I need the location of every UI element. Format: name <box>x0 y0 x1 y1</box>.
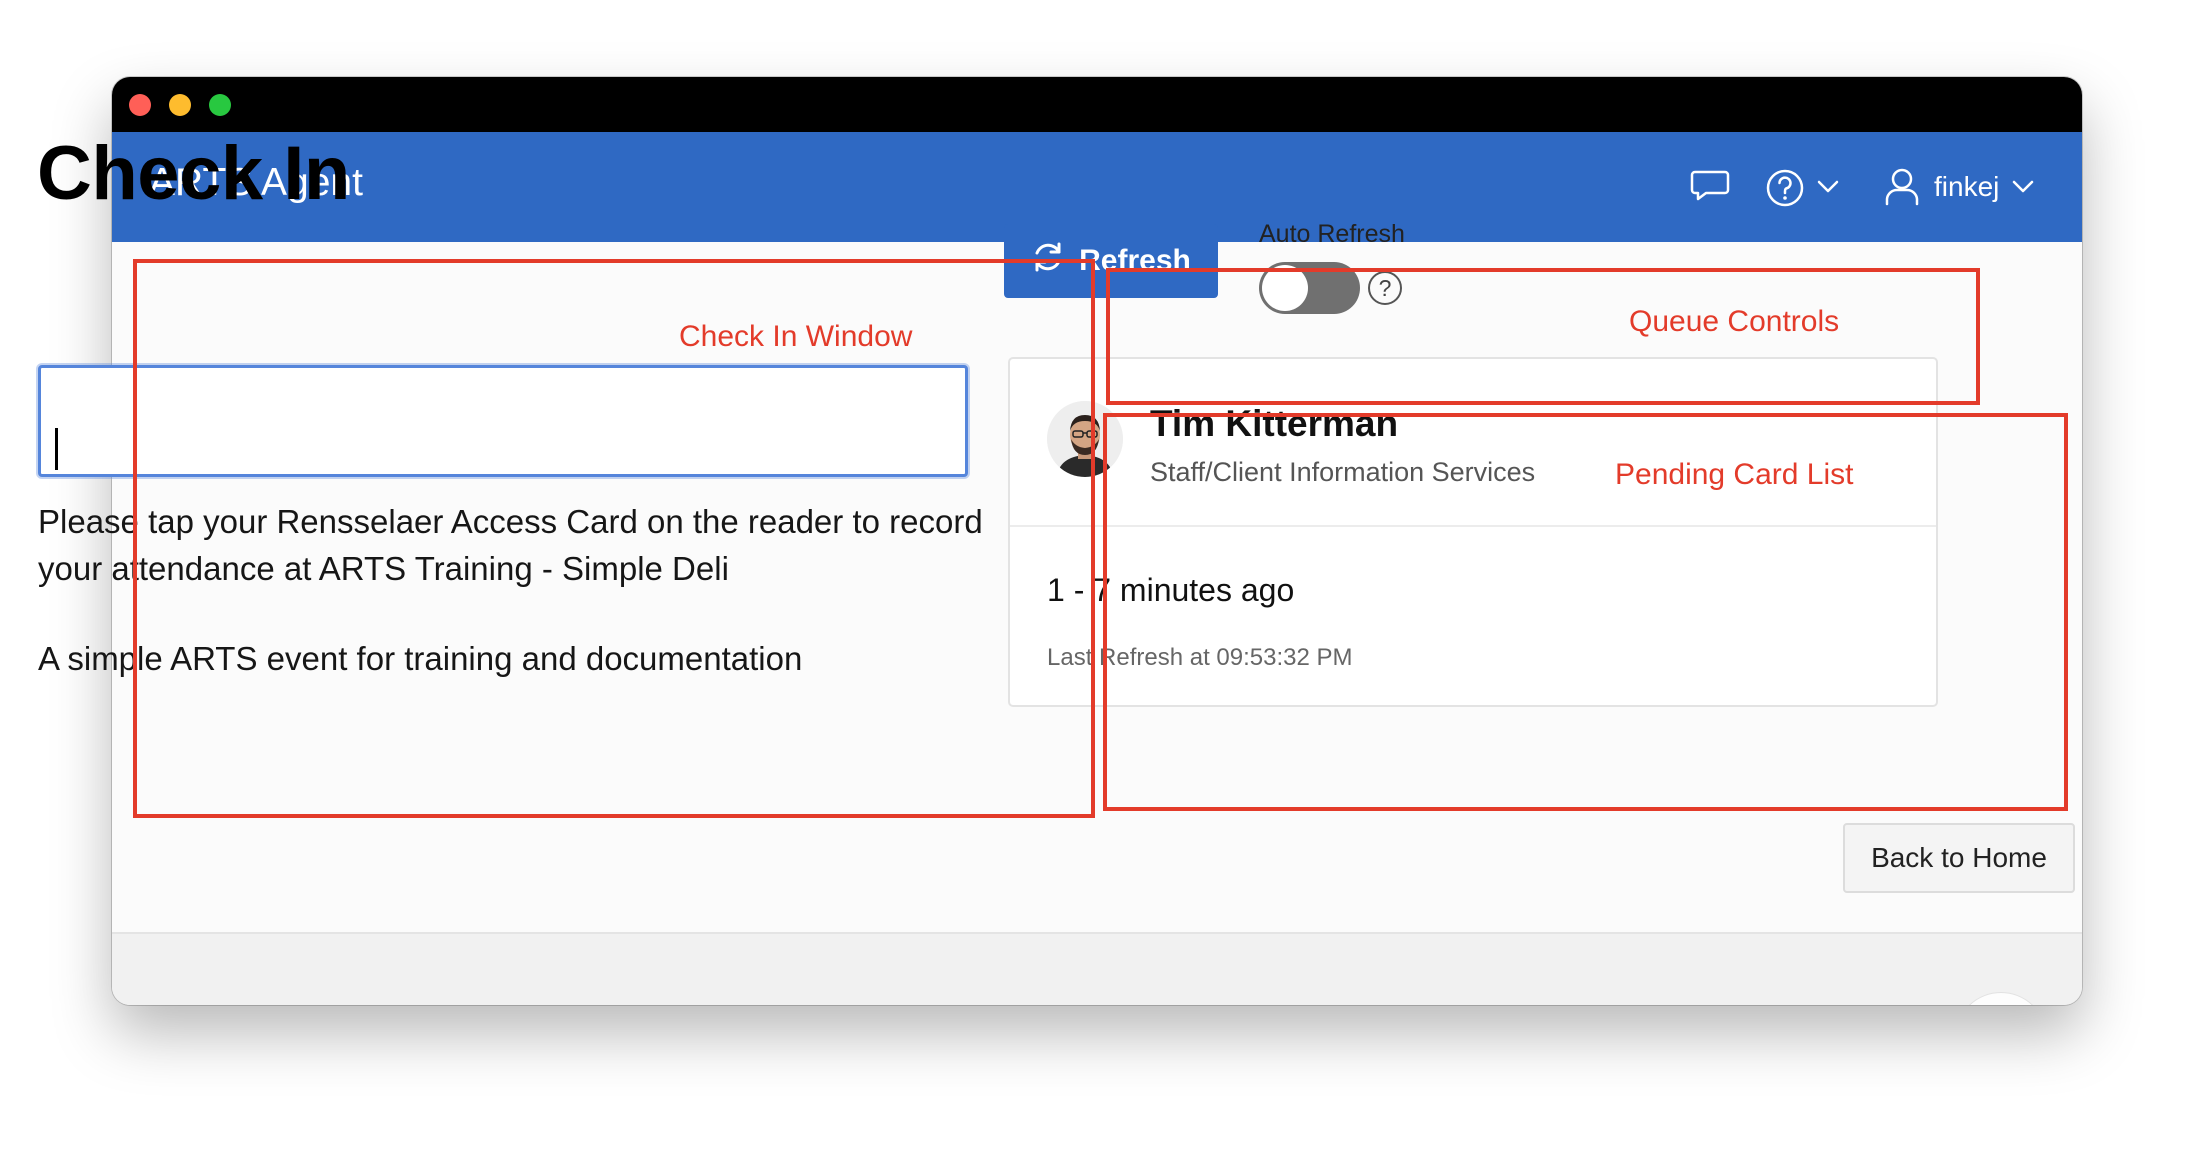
pending-card-list-annotation-label: Pending Card List <box>1615 458 1854 491</box>
window-titlebar <box>112 77 2082 132</box>
check-in-window-annotation-box <box>133 259 1095 818</box>
queue-controls-annotation-box <box>1106 268 1980 405</box>
back-to-home-button[interactable]: Back to Home <box>1843 823 2075 893</box>
zoom-window-button[interactable] <box>209 94 231 116</box>
page-footer <box>112 932 2082 1005</box>
auto-refresh-label: Auto Refresh <box>1259 220 1405 248</box>
pending-card-list-annotation-box <box>1103 413 2068 811</box>
user-icon[interactable] <box>1884 166 1920 211</box>
help-menu-icon[interactable] <box>1765 168 1805 213</box>
text-caret <box>55 428 58 470</box>
check-in-window-annotation-label: Check In Window <box>679 320 913 353</box>
queue-controls-annotation-label: Queue Controls <box>1629 305 1840 338</box>
page-title: Check In <box>37 131 350 216</box>
chevron-down-icon[interactable] <box>2012 180 2034 199</box>
chat-bubble-icon[interactable] <box>1690 168 1730 209</box>
chevron-down-icon[interactable] <box>1817 180 1839 199</box>
minimize-window-button[interactable] <box>169 94 191 116</box>
username-menu[interactable]: finkej <box>1934 171 1999 203</box>
close-window-button[interactable] <box>129 94 151 116</box>
